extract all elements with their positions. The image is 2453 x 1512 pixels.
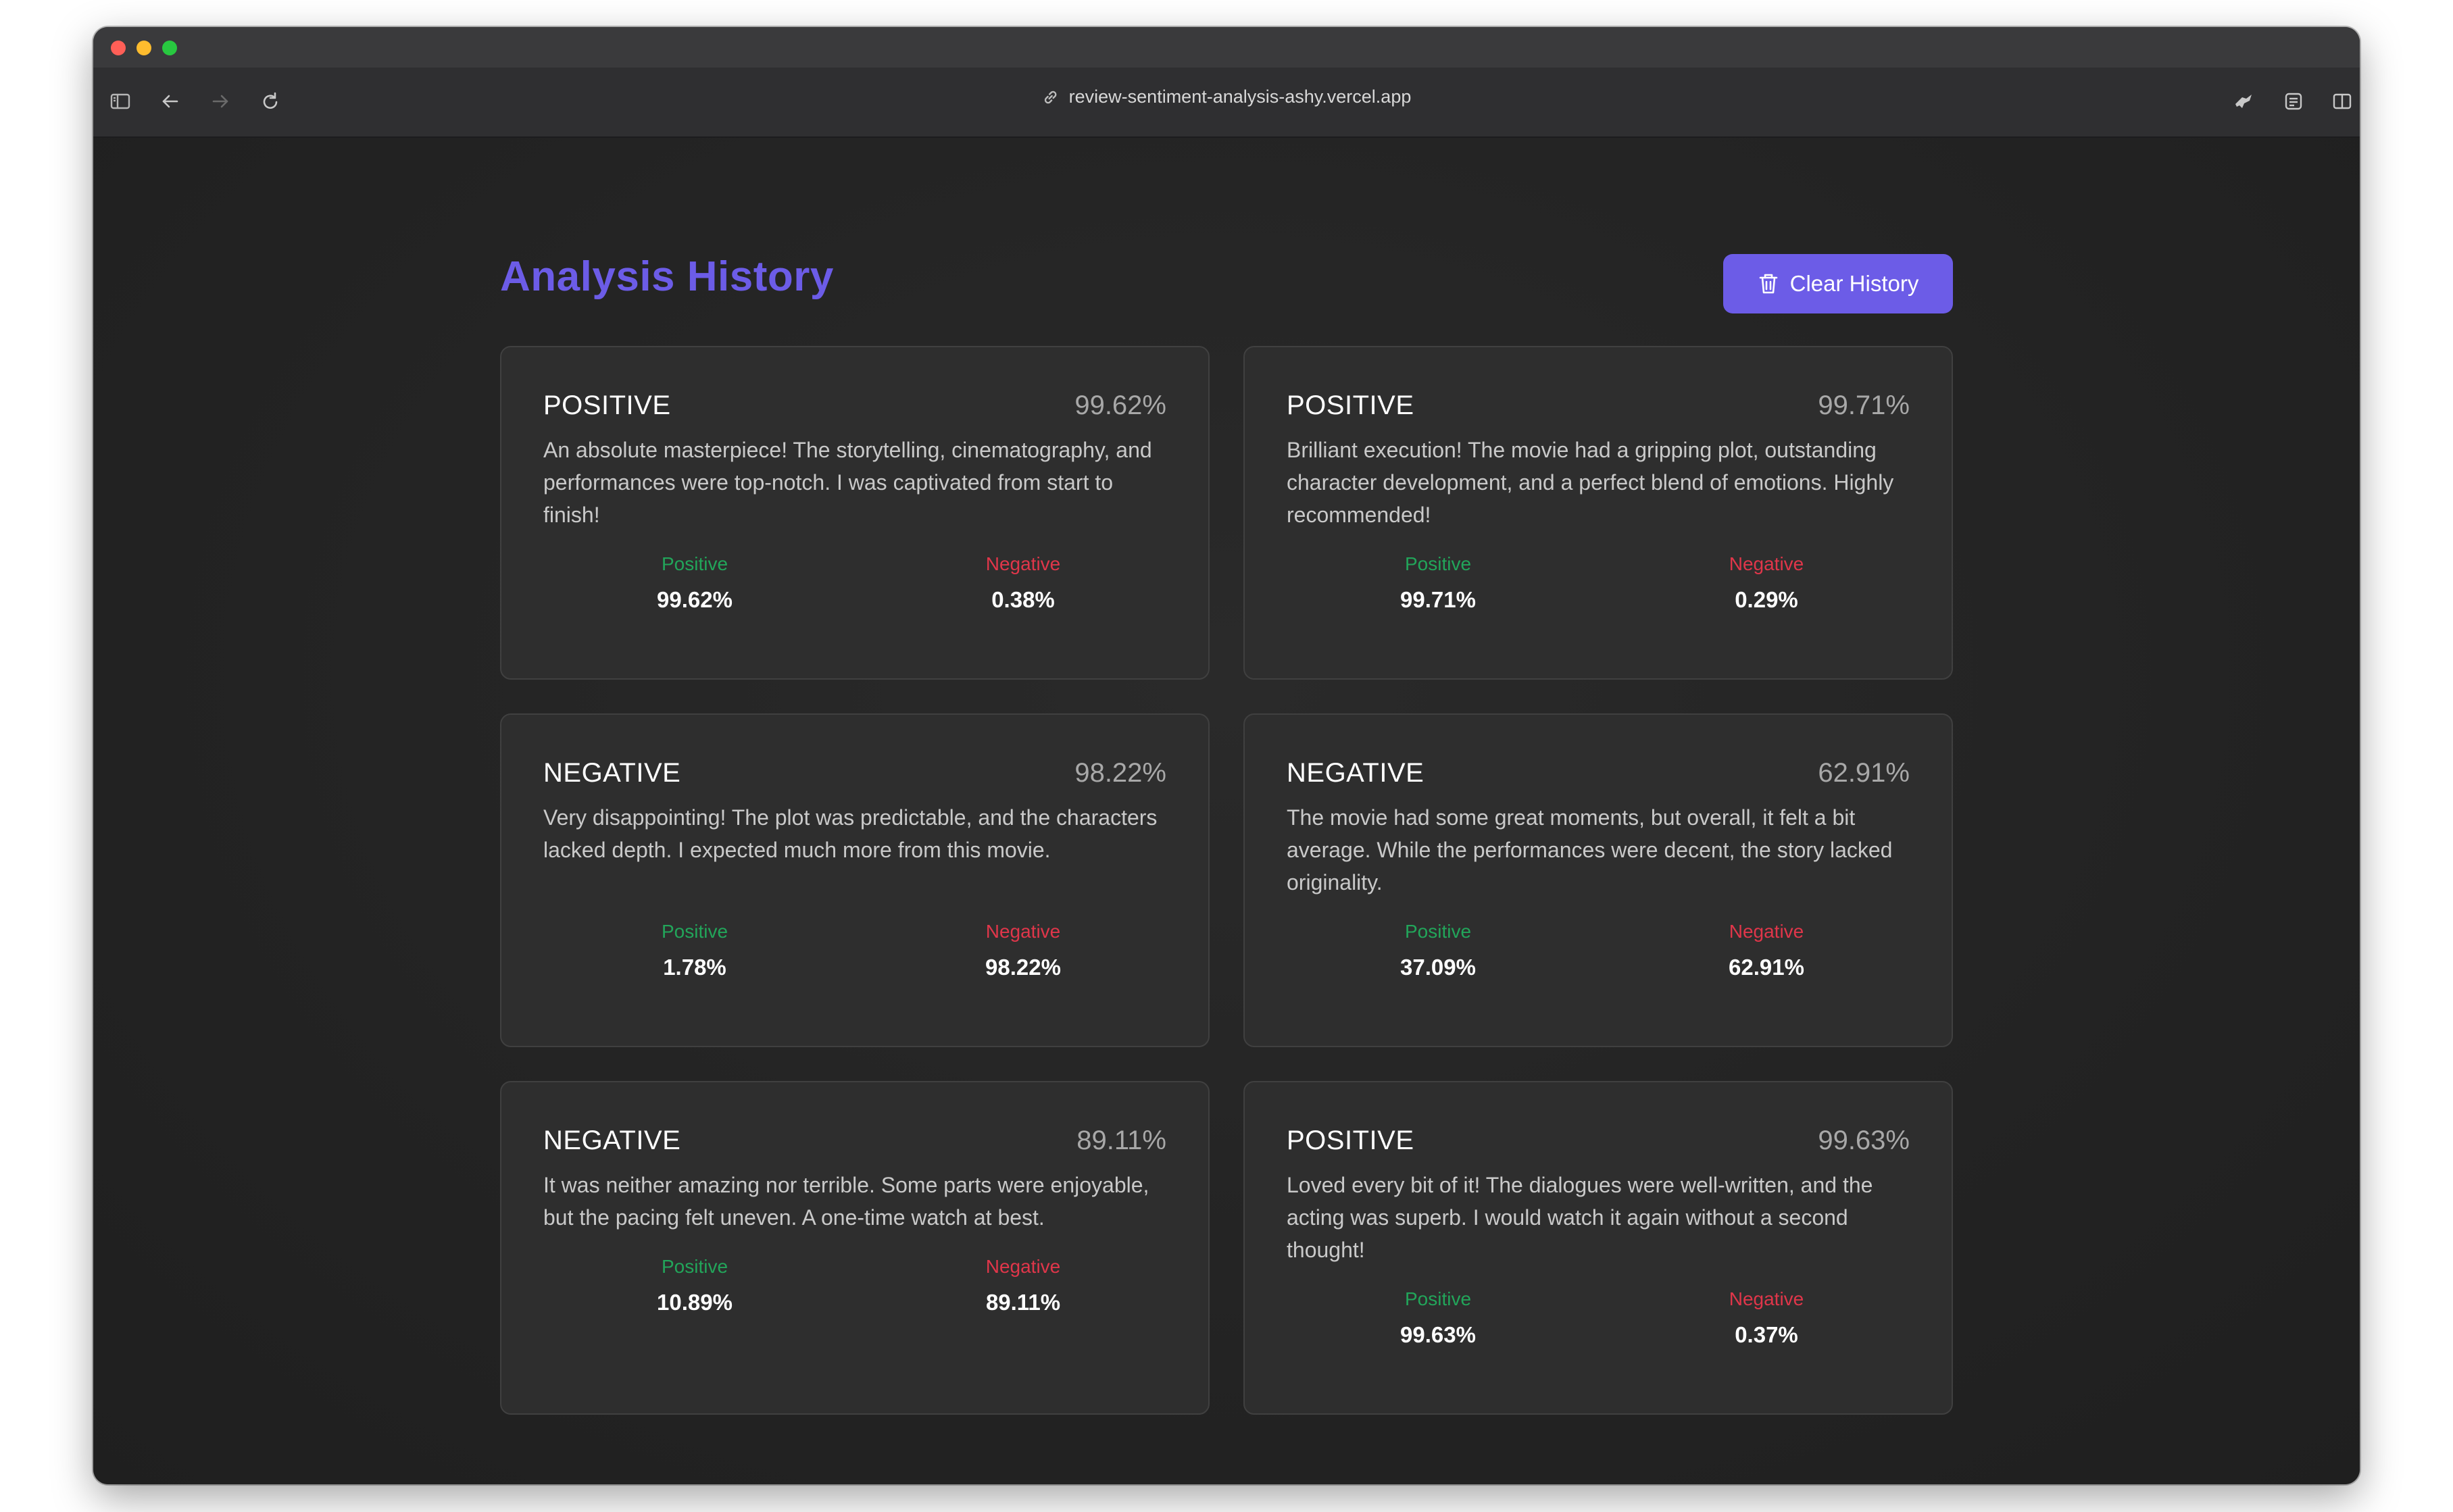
negative-label: Negative (1729, 1288, 1804, 1309)
history-card: POSITIVE 99.62% An absolute masterpiece!… (500, 346, 1210, 680)
link-icon (1044, 91, 1057, 103)
title-bar (93, 27, 2360, 68)
browser-toolbar: review-sentiment-analysis-ashy.vercel.ap… (93, 68, 2360, 138)
history-card: POSITIVE 99.63% Loved every bit of it! T… (1243, 1081, 1953, 1415)
sentiment-label: POSITIVE (1287, 1126, 1414, 1155)
close-window-button[interactable] (111, 41, 126, 55)
clear-history-button[interactable]: Clear History (1723, 254, 1953, 313)
positive-stat: Positive 10.89% (593, 1256, 796, 1315)
reload-icon[interactable] (257, 88, 284, 115)
page-title: Analysis History (500, 253, 834, 300)
confidence-score: 99.63% (1818, 1126, 1910, 1155)
sentiment-label: NEGATIVE (543, 1126, 681, 1155)
review-text: Loved every bit of it! The dialogues wer… (1287, 1173, 1873, 1262)
confidence-score: 98.22% (1074, 758, 1166, 788)
positive-value: 99.71% (1400, 587, 1476, 612)
history-card: NEGATIVE 98.22% Very disappointing! The … (500, 713, 1210, 1047)
negative-label: Negative (985, 1256, 1061, 1277)
negative-stat: Negative 62.91% (1665, 921, 1868, 980)
review-text: Brilliant execution! The movie had a gri… (1287, 438, 1894, 527)
confidence-score: 62.91% (1818, 758, 1910, 788)
sentiment-label: POSITIVE (1287, 390, 1414, 420)
confidence-score: 99.62% (1074, 390, 1166, 420)
minimize-window-button[interactable] (137, 41, 151, 55)
negative-value: 89.11% (985, 1290, 1061, 1315)
positive-stat: Positive 99.63% (1337, 1288, 1539, 1348)
positive-label: Positive (1404, 921, 1472, 942)
sidebar-toggle-icon[interactable] (107, 88, 134, 115)
positive-value: 10.89% (657, 1290, 733, 1315)
positive-label: Positive (1404, 1288, 1472, 1309)
negative-label: Negative (1729, 553, 1804, 574)
extension-icon[interactable] (2230, 88, 2257, 115)
negative-label: Negative (985, 921, 1061, 942)
negative-label: Negative (1729, 921, 1804, 942)
history-card: NEGATIVE 89.11% It was neither amazing n… (500, 1081, 1210, 1415)
sentiment-label: POSITIVE (543, 390, 671, 420)
negative-value: 98.22% (985, 955, 1061, 980)
reader-icon[interactable] (2280, 88, 2307, 115)
negative-value: 62.91% (1729, 955, 1804, 980)
review-text: Very disappointing! The plot was predict… (543, 805, 1158, 862)
sentiment-label: NEGATIVE (543, 758, 681, 788)
negative-stat: Negative 89.11% (922, 1256, 1124, 1315)
positive-stat: Positive 1.78% (593, 921, 796, 980)
split-view-icon[interactable] (2329, 88, 2356, 115)
negative-value: 0.37% (1735, 1322, 1798, 1347)
negative-value: 0.38% (991, 587, 1055, 612)
address-bar[interactable]: review-sentiment-analysis-ashy.vercel.ap… (1042, 86, 1412, 107)
negative-stat: Negative 0.37% (1665, 1288, 1868, 1348)
confidence-score: 99.71% (1818, 390, 1910, 420)
sentiment-label: NEGATIVE (1287, 758, 1424, 788)
positive-label: Positive (1404, 553, 1472, 574)
forward-arrow-icon[interactable] (207, 88, 234, 115)
trash-icon (1759, 274, 1777, 294)
positive-stat: Positive 99.62% (593, 553, 796, 613)
history-card: NEGATIVE 62.91% The movie had some great… (1243, 713, 1953, 1047)
negative-stat: Negative 0.29% (1665, 553, 1868, 613)
url-text: review-sentiment-analysis-ashy.vercel.ap… (1068, 86, 1412, 107)
negative-value: 0.29% (1735, 587, 1798, 612)
confidence-score: 89.11% (1076, 1126, 1166, 1155)
negative-stat: Negative 0.38% (922, 553, 1124, 613)
positive-stat: Positive 99.71% (1337, 553, 1539, 613)
back-arrow-icon[interactable] (157, 88, 184, 115)
negative-stat: Negative 98.22% (922, 921, 1124, 980)
negative-label: Negative (985, 553, 1061, 574)
positive-value: 99.63% (1400, 1322, 1476, 1347)
positive-label: Positive (661, 1256, 728, 1277)
positive-value: 99.62% (657, 587, 733, 612)
clear-history-label: Clear History (1789, 271, 1919, 296)
positive-value: 1.78% (663, 955, 726, 980)
positive-label: Positive (661, 553, 728, 574)
positive-label: Positive (661, 921, 728, 942)
review-text: An absolute masterpiece! The storytellin… (543, 438, 1152, 527)
review-text: It was neither amazing nor terrible. Som… (543, 1173, 1149, 1230)
review-text: The movie had some great moments, but ov… (1287, 805, 1893, 894)
page-content: Analysis History Clear History POSITIVE … (93, 138, 2360, 1484)
positive-value: 37.09% (1400, 955, 1476, 980)
positive-stat: Positive 37.09% (1337, 921, 1539, 980)
browser-window: review-sentiment-analysis-ashy.vercel.ap… (93, 27, 2360, 1484)
history-card: POSITIVE 99.71% Brilliant execution! The… (1243, 346, 1953, 680)
maximize-window-button[interactable] (162, 41, 177, 55)
